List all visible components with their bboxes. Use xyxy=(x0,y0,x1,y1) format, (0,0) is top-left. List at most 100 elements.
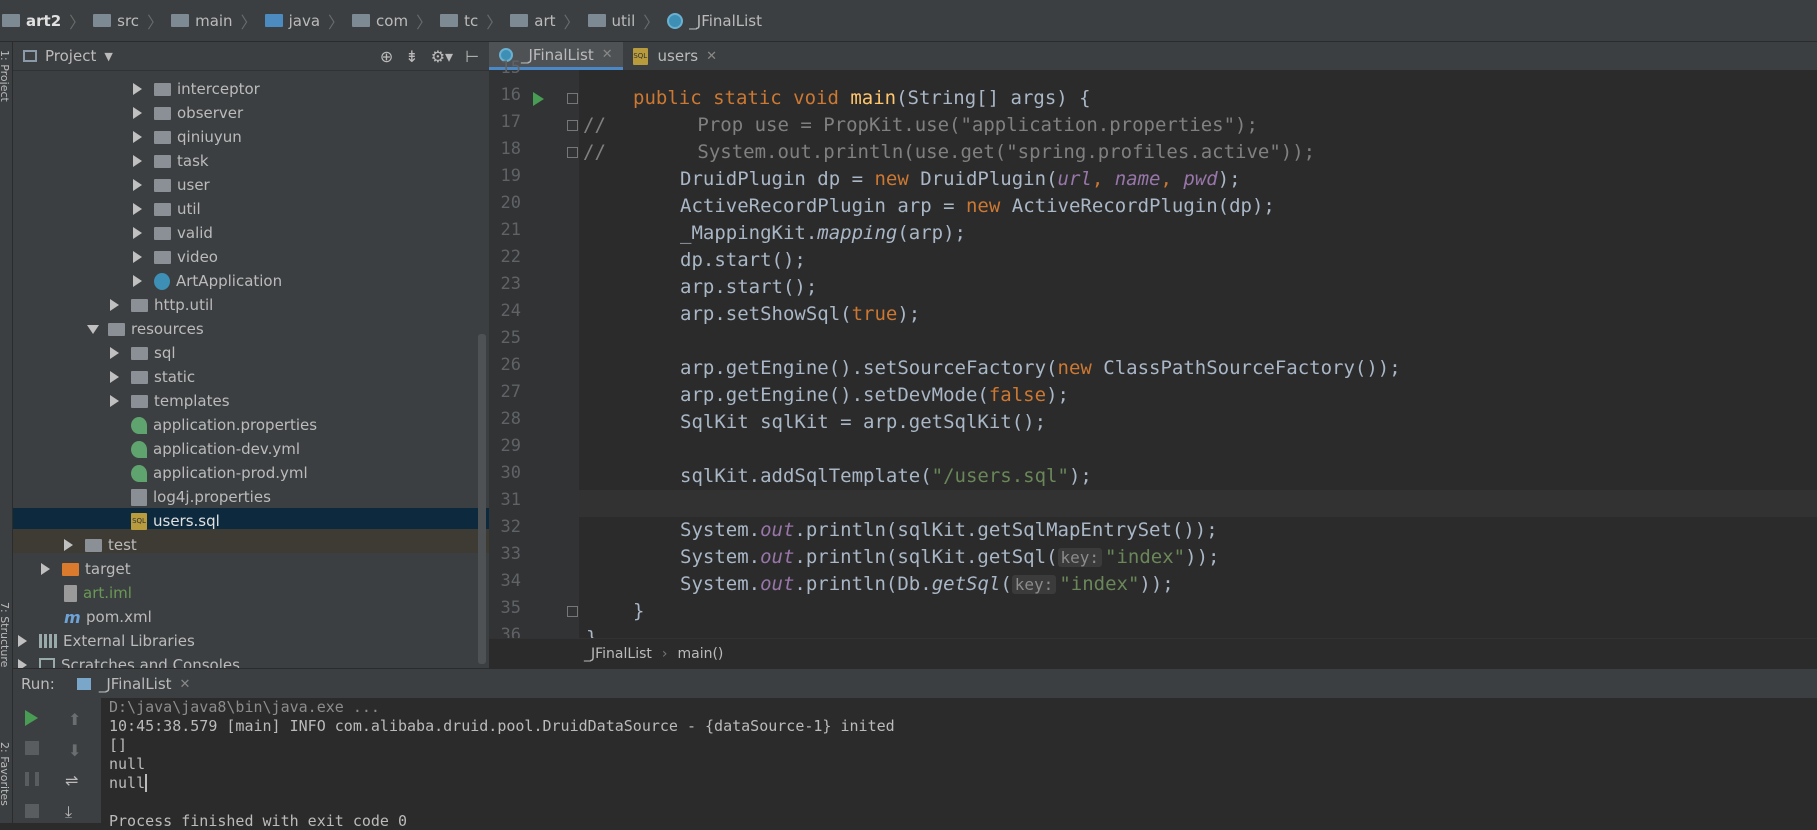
tree-item-resources[interactable]: resources xyxy=(87,317,204,341)
fold-icon[interactable] xyxy=(567,147,578,158)
breadcrumb-item-com[interactable]: com 〉 xyxy=(344,9,432,33)
tree-item-valid[interactable]: valid xyxy=(133,221,213,245)
tree-item-external-libraries[interactable]: External Libraries xyxy=(18,629,195,653)
tree-item-templates[interactable]: templates xyxy=(110,389,230,413)
expand-arrow-icon[interactable] xyxy=(133,131,142,143)
run-gutter-icon[interactable] xyxy=(533,92,544,106)
tree-item-sql[interactable]: sql xyxy=(110,341,176,365)
rerun-icon[interactable] xyxy=(25,710,38,726)
folder-icon xyxy=(154,154,171,168)
tree-item-application-prod-yml[interactable]: application-prod.yml xyxy=(131,461,308,485)
folder-icon xyxy=(131,394,148,408)
expand-arrow-icon[interactable] xyxy=(41,563,50,575)
expand-arrow-icon[interactable] xyxy=(133,203,142,215)
breadcrumb-item-src[interactable]: src 〉 xyxy=(85,9,163,33)
expand-arrow-icon[interactable] xyxy=(64,539,73,551)
tree-item-test[interactable]: test xyxy=(64,533,137,557)
expand-arrow-icon[interactable] xyxy=(110,371,119,383)
code-line-35: } xyxy=(633,600,645,622)
tree-item-util[interactable]: util xyxy=(133,197,201,221)
tree-item-art-iml[interactable]: art.iml xyxy=(64,581,132,605)
tree-item-application-dev-yml[interactable]: application-dev.yml xyxy=(131,437,300,461)
breadcrumb-item-project[interactable]: art2 〉 xyxy=(0,9,85,33)
expand-arrow-icon[interactable] xyxy=(133,155,142,167)
close-icon[interactable]: ✕ xyxy=(180,677,191,692)
gear-icon[interactable]: ⚙▾ xyxy=(431,47,453,66)
folder-icon xyxy=(154,130,171,144)
folder-icon xyxy=(154,250,171,264)
run-tab-jfinallist[interactable]: _JFinalList ✕ xyxy=(76,675,191,693)
close-icon[interactable]: ✕ xyxy=(602,47,613,62)
collapse-arrow-icon[interactable] xyxy=(87,324,99,334)
folder-icon xyxy=(154,178,171,192)
breadcrumb-item-main[interactable]: main 〉 xyxy=(163,9,257,33)
expand-arrow-icon[interactable] xyxy=(133,251,142,263)
tree-item-artapplication[interactable]: ArtApplication xyxy=(133,269,282,293)
fold-icon[interactable] xyxy=(567,120,578,131)
collapse-all-icon[interactable]: ⇟ xyxy=(405,47,418,66)
tree-item-http-util[interactable]: http.util xyxy=(110,293,213,317)
console-output[interactable]: D:\java\java8\bin\java.exe ... 10:45:38.… xyxy=(101,698,1817,830)
breadcrumb-item-util[interactable]: util 〉 xyxy=(580,9,659,33)
scroll-to-end-icon[interactable]: ⤓ xyxy=(65,802,83,821)
dump-threads-icon[interactable] xyxy=(25,804,39,818)
project-panel-header: Project ▼ ⊕ ⇟ ⚙▾ ⊢ xyxy=(13,42,489,71)
structure-tool-tab[interactable]: 7: Structure xyxy=(0,602,11,667)
line-number: 34 xyxy=(500,571,521,591)
properties-file-icon xyxy=(131,488,147,506)
tree-item-users-sql[interactable]: SQL users.sql xyxy=(131,509,220,533)
hide-panel-icon[interactable]: ⊢ xyxy=(465,47,479,66)
tree-item-application-properties[interactable]: application.properties xyxy=(131,413,317,437)
arrow-up-icon[interactable]: ⬆ xyxy=(68,710,86,729)
expand-arrow-icon[interactable] xyxy=(133,179,142,191)
expand-arrow-icon[interactable] xyxy=(110,347,119,359)
soft-wrap-icon[interactable]: ⇌ xyxy=(65,771,83,790)
project-tool-tab[interactable]: 1: Project xyxy=(0,50,11,102)
fold-icon[interactable] xyxy=(567,606,578,617)
expand-arrow-icon[interactable] xyxy=(133,227,142,239)
breadcrumb-item-class[interactable]: _JFinalList xyxy=(659,12,762,30)
navigation-breadcrumb: art2 〉 src 〉 main 〉 java 〉 com 〉 tc 〉 art 〉 uti… xyxy=(0,0,1817,42)
expand-arrow-icon[interactable] xyxy=(110,299,119,311)
code-editor[interactable]: public static void main(String[] args) {… xyxy=(579,70,1817,638)
code-line-32: System.out.println(sqlKit.getSqlMapEntry… xyxy=(680,519,1218,541)
expand-arrow-icon[interactable] xyxy=(133,107,142,119)
breadcrumb-item-java[interactable]: java 〉 xyxy=(257,9,344,33)
tree-item-static[interactable]: static xyxy=(110,365,195,389)
fold-icon[interactable] xyxy=(567,93,578,104)
resources-folder-icon xyxy=(108,322,125,336)
line-number: 20 xyxy=(500,193,521,213)
tree-item-qiniuyun[interactable]: qiniuyun xyxy=(133,125,242,149)
tree-item-task[interactable]: task xyxy=(133,149,209,173)
arrow-down-icon[interactable]: ⬇ xyxy=(68,741,86,760)
project-view-selector[interactable]: Project xyxy=(45,47,96,65)
editor-tab-bar: _JFinalList ✕ SQL users ✕ xyxy=(489,42,1817,71)
locate-icon[interactable]: ⊕ xyxy=(380,47,393,66)
tree-item-log4j-properties[interactable]: log4j.properties xyxy=(131,485,271,509)
editor-breadcrumb-class[interactable]: _JFinalList xyxy=(584,646,652,662)
tree-item-user[interactable]: user xyxy=(133,173,210,197)
pause-icon[interactable] xyxy=(25,772,39,786)
folder-icon xyxy=(131,370,148,384)
tree-item-pom-xml[interactable]: m pom.xml xyxy=(64,605,152,629)
editor-breadcrumb-method[interactable]: main() xyxy=(677,646,723,662)
tree-item-target[interactable]: target xyxy=(41,557,131,581)
project-panel: Project ▼ ⊕ ⇟ ⚙▾ ⊢ interceptor observer … xyxy=(13,42,489,674)
expand-arrow-icon[interactable] xyxy=(133,83,142,95)
editor-gutter[interactable]: 15 16 17 18 19 20 21 22 23 24 25 26 27 2… xyxy=(489,58,579,645)
stop-icon[interactable] xyxy=(25,741,39,755)
code-line-30: sqlKit.addSqlTemplate("/users.sql"); xyxy=(680,465,1092,487)
breadcrumb-item-tc[interactable]: tc 〉 xyxy=(432,9,502,33)
favorites-tool-tab[interactable]: 2: Favorites xyxy=(0,742,11,806)
tree-item-observer[interactable]: observer xyxy=(133,101,243,125)
expand-arrow-icon[interactable] xyxy=(110,395,119,407)
tree-item-video[interactable]: video xyxy=(133,245,218,269)
expand-arrow-icon[interactable] xyxy=(133,275,142,287)
chevron-down-icon[interactable]: ▼ xyxy=(104,50,112,63)
breadcrumb-item-art[interactable]: art 〉 xyxy=(502,9,580,33)
tree-item-interceptor[interactable]: interceptor xyxy=(133,77,260,101)
project-scrollbar[interactable] xyxy=(478,334,486,664)
close-icon[interactable]: ✕ xyxy=(706,49,717,64)
expand-arrow-icon[interactable] xyxy=(18,635,27,647)
tab-users[interactable]: SQL users ✕ xyxy=(623,42,727,70)
